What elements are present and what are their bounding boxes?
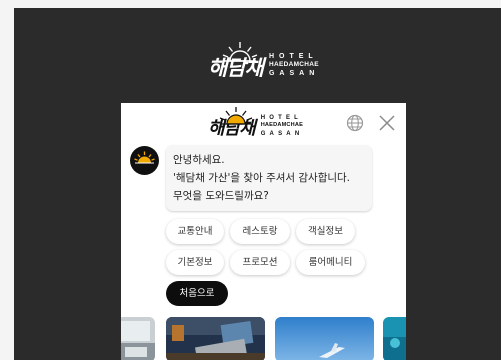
carousel-card[interactable] [121,317,155,360]
room-image [121,317,155,360]
airplane-sky-image [275,317,374,360]
globe-icon [346,114,364,132]
bot-message-bubble: 안녕하세요. '해담채 가산'을 찾아 주셔서 감사합니다. 무엇을 도와드릴까… [166,145,372,211]
quick-reply-restaurant[interactable]: 레스토랑 [230,219,290,244]
carousel-card[interactable] [275,317,374,360]
bot-avatar [130,146,159,175]
quick-reply-promotion[interactable]: 프로모션 [230,250,290,275]
carousel-card[interactable] [383,317,406,360]
workspace-image [166,317,265,360]
carousel-card[interactable] [166,317,265,360]
start-over-button[interactable]: 처음으로 [166,281,228,306]
close-icon [379,115,395,131]
logo-line-name: HAEDAMCHAE [268,60,319,68]
sun-icon [222,42,258,62]
logo-line-hotel: HOTEL [260,115,303,122]
chat-header: 해담채 HOTEL HAEDAMCHAE GASAN [121,103,406,146]
greeting-line: 안녕하세요. [173,154,225,166]
greeting-line: 무엇을 도와드릴까요? [173,190,269,202]
quick-reply-room-amenity[interactable]: 룸어메니티 [296,250,365,275]
logo-line-hotel: HOTEL [268,52,318,60]
chatbot-panel: 해담채 HOTEL HAEDAMCHAE GASAN 안녕하세요. '해담채 가… [121,103,406,360]
greeting-line: '해담채 가산'을 찾아 주셔서 감사합니다. [173,172,351,184]
chat-header-logo: 해담채 HOTEL HAEDAMCHAE GASAN [208,107,303,138]
language-button[interactable] [345,113,365,133]
logo-mark: 해담채 [208,107,256,138]
logo-wordmark: HOTEL HAEDAMCHAE GASAN [261,114,304,138]
quick-reply-room-info[interactable]: 객실정보 [296,219,355,244]
logo-line-location: GASAN [260,131,304,137]
logo-mark: 해담채 [208,41,264,78]
close-button[interactable] [378,114,396,132]
sea-image [383,317,406,360]
hotel-logo: 해담채 HOTEL HAEDAMCHAE GASAN [208,41,319,78]
quick-reply-basic-info[interactable]: 기본정보 [166,250,224,275]
logo-line-name: HAEDAMCHAE [260,122,304,129]
sun-icon [219,107,253,125]
logo-wordmark: HOTEL HAEDAMCHAE GASAN [269,52,319,79]
logo-line-location: GASAN [268,70,320,77]
sun-icon [134,151,155,164]
quick-reply-directions[interactable]: 교통안내 [166,219,224,244]
